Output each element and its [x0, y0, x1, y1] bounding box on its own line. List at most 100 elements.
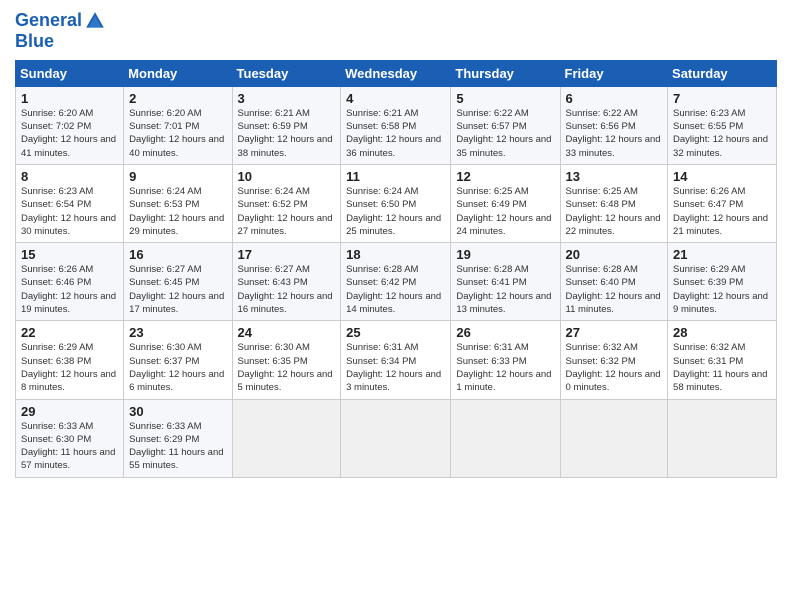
weekday-header: Saturday: [668, 60, 777, 86]
day-info: Sunrise: 6:24 AM Sunset: 6:52 PM Dayligh…: [238, 185, 336, 238]
logo: General Blue: [15, 10, 106, 52]
day-info: Sunrise: 6:26 AM Sunset: 6:46 PM Dayligh…: [21, 263, 118, 316]
day-number: 14: [673, 169, 771, 184]
calendar-cell: 5 Sunrise: 6:22 AM Sunset: 6:57 PM Dayli…: [451, 86, 560, 164]
calendar-cell: 2 Sunrise: 6:20 AM Sunset: 7:01 PM Dayli…: [124, 86, 232, 164]
day-info: Sunrise: 6:20 AM Sunset: 7:02 PM Dayligh…: [21, 107, 118, 160]
day-number: 1: [21, 91, 118, 106]
day-info: Sunrise: 6:24 AM Sunset: 6:50 PM Dayligh…: [346, 185, 445, 238]
day-info: Sunrise: 6:22 AM Sunset: 6:57 PM Dayligh…: [456, 107, 554, 160]
calendar-cell: 4 Sunrise: 6:21 AM Sunset: 6:58 PM Dayli…: [341, 86, 451, 164]
logo-icon: [84, 10, 106, 32]
calendar-cell: 13 Sunrise: 6:25 AM Sunset: 6:48 PM Dayl…: [560, 164, 668, 242]
day-number: 11: [346, 169, 445, 184]
day-number: 28: [673, 325, 771, 340]
day-info: Sunrise: 6:32 AM Sunset: 6:31 PM Dayligh…: [673, 341, 771, 394]
day-info: Sunrise: 6:28 AM Sunset: 6:40 PM Dayligh…: [566, 263, 663, 316]
day-number: 9: [129, 169, 226, 184]
day-number: 29: [21, 404, 118, 419]
day-number: 6: [566, 91, 663, 106]
day-info: Sunrise: 6:27 AM Sunset: 6:45 PM Dayligh…: [129, 263, 226, 316]
calendar-cell: [668, 399, 777, 477]
page-container: General Blue SundayMondayTuesdayWednesda…: [0, 0, 792, 488]
day-info: Sunrise: 6:22 AM Sunset: 6:56 PM Dayligh…: [566, 107, 663, 160]
day-number: 16: [129, 247, 226, 262]
calendar-cell: 7 Sunrise: 6:23 AM Sunset: 6:55 PM Dayli…: [668, 86, 777, 164]
day-info: Sunrise: 6:30 AM Sunset: 6:35 PM Dayligh…: [238, 341, 336, 394]
calendar-cell: 11 Sunrise: 6:24 AM Sunset: 6:50 PM Dayl…: [341, 164, 451, 242]
calendar-cell: [232, 399, 341, 477]
day-number: 17: [238, 247, 336, 262]
calendar-cell: [341, 399, 451, 477]
day-info: Sunrise: 6:25 AM Sunset: 6:49 PM Dayligh…: [456, 185, 554, 238]
calendar-cell: 28 Sunrise: 6:32 AM Sunset: 6:31 PM Dayl…: [668, 321, 777, 399]
day-number: 18: [346, 247, 445, 262]
day-number: 8: [21, 169, 118, 184]
day-info: Sunrise: 6:29 AM Sunset: 6:38 PM Dayligh…: [21, 341, 118, 394]
calendar-week-row: 15 Sunrise: 6:26 AM Sunset: 6:46 PM Dayl…: [16, 243, 777, 321]
weekday-header: Thursday: [451, 60, 560, 86]
weekday-header: Sunday: [16, 60, 124, 86]
calendar-cell: 22 Sunrise: 6:29 AM Sunset: 6:38 PM Dayl…: [16, 321, 124, 399]
calendar-cell: 30 Sunrise: 6:33 AM Sunset: 6:29 PM Dayl…: [124, 399, 232, 477]
calendar-cell: 3 Sunrise: 6:21 AM Sunset: 6:59 PM Dayli…: [232, 86, 341, 164]
calendar-cell: 18 Sunrise: 6:28 AM Sunset: 6:42 PM Dayl…: [341, 243, 451, 321]
calendar-week-row: 22 Sunrise: 6:29 AM Sunset: 6:38 PM Dayl…: [16, 321, 777, 399]
calendar-cell: 21 Sunrise: 6:29 AM Sunset: 6:39 PM Dayl…: [668, 243, 777, 321]
logo-text-blue: Blue: [15, 32, 106, 52]
day-number: 23: [129, 325, 226, 340]
day-info: Sunrise: 6:23 AM Sunset: 6:55 PM Dayligh…: [673, 107, 771, 160]
day-number: 4: [346, 91, 445, 106]
calendar-cell: 1 Sunrise: 6:20 AM Sunset: 7:02 PM Dayli…: [16, 86, 124, 164]
day-info: Sunrise: 6:28 AM Sunset: 6:41 PM Dayligh…: [456, 263, 554, 316]
calendar-cell: 24 Sunrise: 6:30 AM Sunset: 6:35 PM Dayl…: [232, 321, 341, 399]
day-info: Sunrise: 6:23 AM Sunset: 6:54 PM Dayligh…: [21, 185, 118, 238]
day-info: Sunrise: 6:29 AM Sunset: 6:39 PM Dayligh…: [673, 263, 771, 316]
day-number: 21: [673, 247, 771, 262]
calendar-cell: 14 Sunrise: 6:26 AM Sunset: 6:47 PM Dayl…: [668, 164, 777, 242]
calendar-cell: 12 Sunrise: 6:25 AM Sunset: 6:49 PM Dayl…: [451, 164, 560, 242]
day-number: 13: [566, 169, 663, 184]
day-info: Sunrise: 6:31 AM Sunset: 6:34 PM Dayligh…: [346, 341, 445, 394]
day-info: Sunrise: 6:33 AM Sunset: 6:30 PM Dayligh…: [21, 420, 118, 473]
day-info: Sunrise: 6:28 AM Sunset: 6:42 PM Dayligh…: [346, 263, 445, 316]
calendar-cell: 26 Sunrise: 6:31 AM Sunset: 6:33 PM Dayl…: [451, 321, 560, 399]
day-number: 19: [456, 247, 554, 262]
day-number: 30: [129, 404, 226, 419]
day-info: Sunrise: 6:30 AM Sunset: 6:37 PM Dayligh…: [129, 341, 226, 394]
calendar-cell: 8 Sunrise: 6:23 AM Sunset: 6:54 PM Dayli…: [16, 164, 124, 242]
day-info: Sunrise: 6:24 AM Sunset: 6:53 PM Dayligh…: [129, 185, 226, 238]
calendar-week-row: 1 Sunrise: 6:20 AM Sunset: 7:02 PM Dayli…: [16, 86, 777, 164]
day-number: 7: [673, 91, 771, 106]
day-info: Sunrise: 6:32 AM Sunset: 6:32 PM Dayligh…: [566, 341, 663, 394]
day-info: Sunrise: 6:31 AM Sunset: 6:33 PM Dayligh…: [456, 341, 554, 394]
day-number: 5: [456, 91, 554, 106]
day-number: 3: [238, 91, 336, 106]
day-info: Sunrise: 6:25 AM Sunset: 6:48 PM Dayligh…: [566, 185, 663, 238]
weekday-header: Friday: [560, 60, 668, 86]
weekday-header: Tuesday: [232, 60, 341, 86]
day-number: 20: [566, 247, 663, 262]
day-info: Sunrise: 6:26 AM Sunset: 6:47 PM Dayligh…: [673, 185, 771, 238]
calendar-cell: 29 Sunrise: 6:33 AM Sunset: 6:30 PM Dayl…: [16, 399, 124, 477]
day-info: Sunrise: 6:21 AM Sunset: 6:58 PM Dayligh…: [346, 107, 445, 160]
weekday-header: Monday: [124, 60, 232, 86]
calendar-week-row: 29 Sunrise: 6:33 AM Sunset: 6:30 PM Dayl…: [16, 399, 777, 477]
day-number: 12: [456, 169, 554, 184]
day-info: Sunrise: 6:27 AM Sunset: 6:43 PM Dayligh…: [238, 263, 336, 316]
calendar-cell: 10 Sunrise: 6:24 AM Sunset: 6:52 PM Dayl…: [232, 164, 341, 242]
calendar-cell: 19 Sunrise: 6:28 AM Sunset: 6:41 PM Dayl…: [451, 243, 560, 321]
header: General Blue: [15, 10, 777, 52]
calendar-cell: 23 Sunrise: 6:30 AM Sunset: 6:37 PM Dayl…: [124, 321, 232, 399]
calendar-cell: 25 Sunrise: 6:31 AM Sunset: 6:34 PM Dayl…: [341, 321, 451, 399]
calendar-cell: 27 Sunrise: 6:32 AM Sunset: 6:32 PM Dayl…: [560, 321, 668, 399]
day-number: 2: [129, 91, 226, 106]
day-info: Sunrise: 6:33 AM Sunset: 6:29 PM Dayligh…: [129, 420, 226, 473]
calendar-cell: 16 Sunrise: 6:27 AM Sunset: 6:45 PM Dayl…: [124, 243, 232, 321]
calendar-cell: [560, 399, 668, 477]
calendar-cell: 15 Sunrise: 6:26 AM Sunset: 6:46 PM Dayl…: [16, 243, 124, 321]
day-info: Sunrise: 6:20 AM Sunset: 7:01 PM Dayligh…: [129, 107, 226, 160]
calendar-cell: 6 Sunrise: 6:22 AM Sunset: 6:56 PM Dayli…: [560, 86, 668, 164]
calendar-cell: [451, 399, 560, 477]
logo-text: General: [15, 10, 106, 32]
